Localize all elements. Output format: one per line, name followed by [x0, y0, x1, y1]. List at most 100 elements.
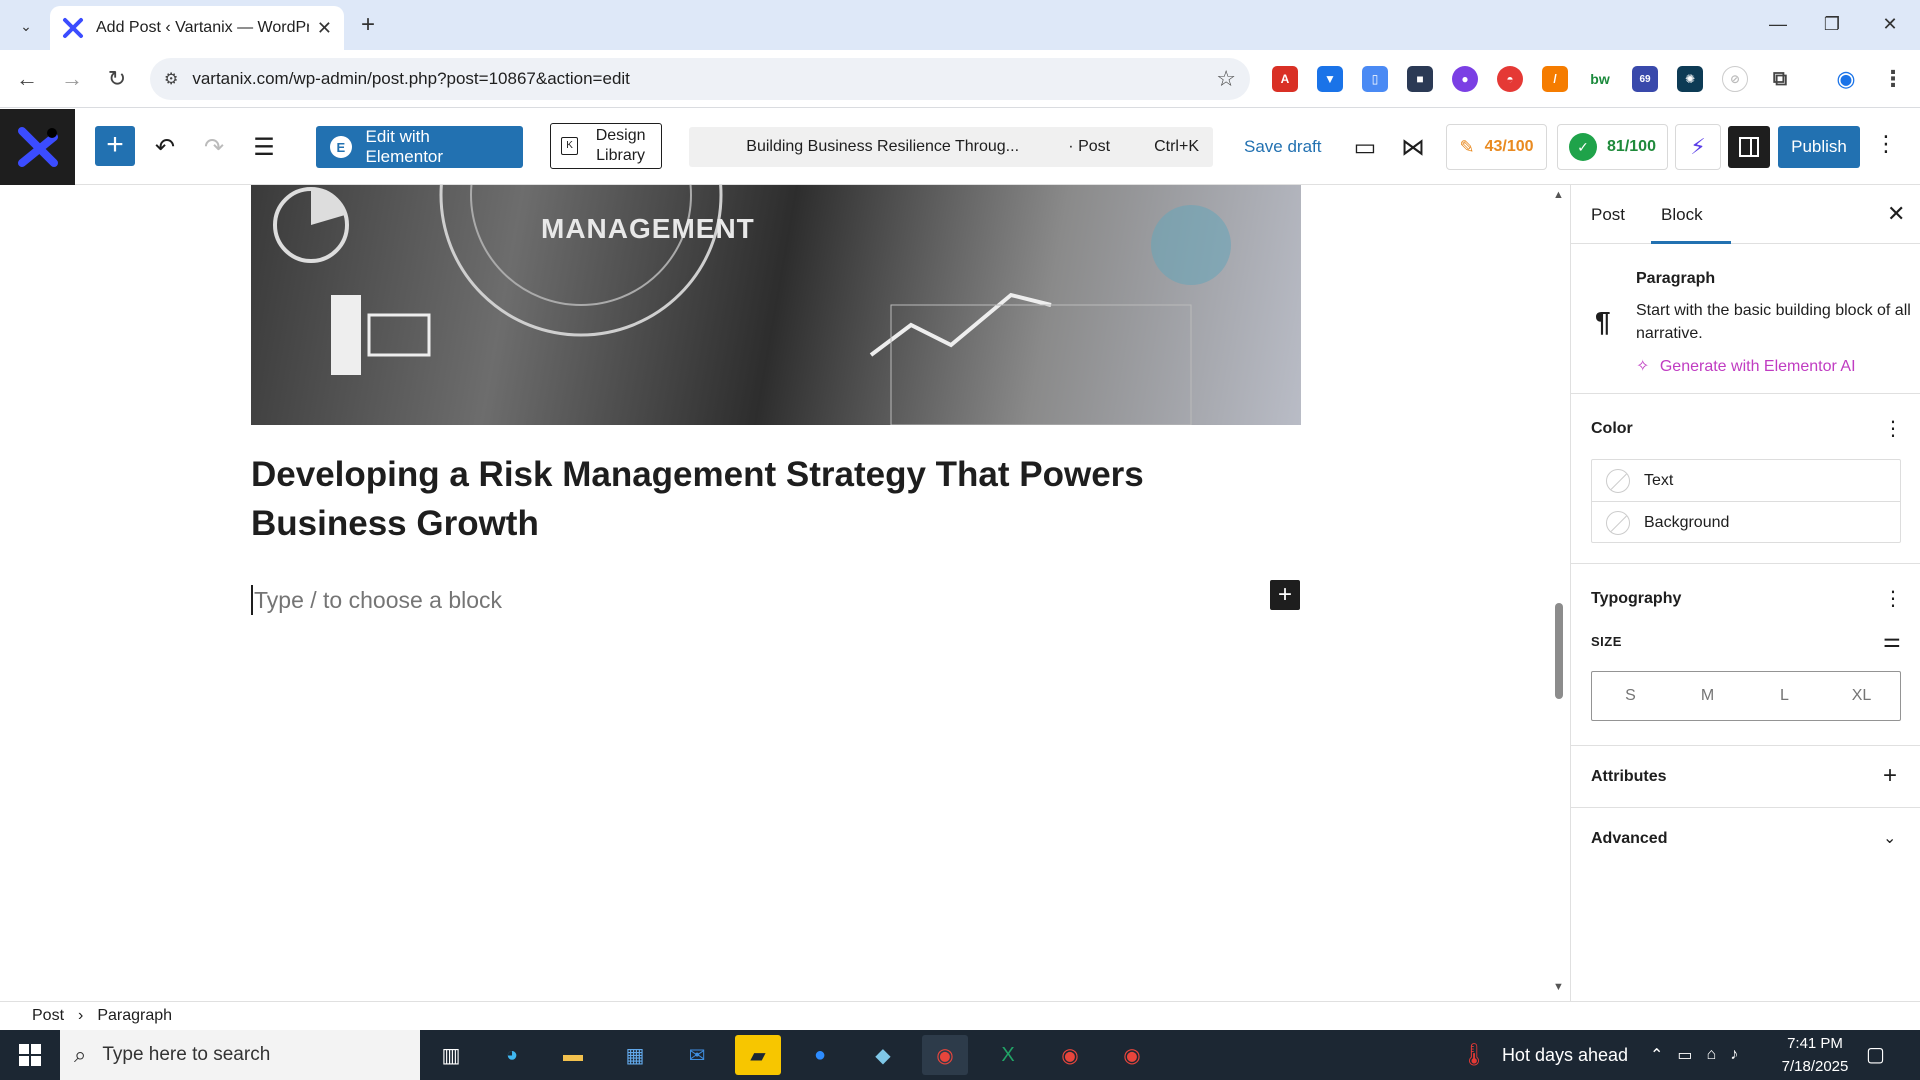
preview-device-icon[interactable]: ▭: [1347, 129, 1383, 165]
taskbar-clock[interactable]: 7:41 PM 7/18/2025: [1760, 1032, 1870, 1078]
ai-assistant-wand-icon[interactable]: ⚡: [1675, 124, 1721, 170]
custom-size-sliders-icon[interactable]: ⚌: [1883, 628, 1901, 653]
redo-icon[interactable]: ↷: [196, 129, 232, 165]
attributes-panel-title: Attributes: [1591, 768, 1667, 785]
site-logo[interactable]: [0, 109, 75, 185]
command-palette-bar[interactable]: Building Business Resilience Throug... ·…: [689, 127, 1213, 167]
chrome-profile-3-icon[interactable]: ◉: [1109, 1035, 1155, 1075]
excel-icon[interactable]: X: [985, 1035, 1031, 1075]
color-picker-extension-icon[interactable]: ●: [1452, 66, 1478, 92]
task-view-icon[interactable]: ▥: [428, 1035, 474, 1075]
size-option-m[interactable]: M: [1669, 672, 1746, 720]
slash-extension-icon[interactable]: /: [1542, 66, 1568, 92]
shield-extension-icon[interactable]: ▼: [1317, 66, 1343, 92]
add-attribute-plus-icon[interactable]: +: [1883, 762, 1897, 790]
tray-expand-icon[interactable]: ⌃: [1650, 1045, 1663, 1065]
edge-icon[interactable]: ◕: [489, 1035, 535, 1075]
seo-score-button[interactable]: ✎ 43/100: [1446, 124, 1547, 170]
folder-extension-icon[interactable]: ■: [1407, 66, 1433, 92]
battery-icon[interactable]: ▭: [1677, 1045, 1692, 1065]
sidebar-tabs: Post Block ✕: [1571, 185, 1920, 244]
chrome-profile-2-icon[interactable]: ◉: [1047, 1035, 1093, 1075]
reload-icon[interactable]: ↻: [100, 62, 134, 96]
mail-icon[interactable]: ✉: [674, 1035, 720, 1075]
new-tab-button[interactable]: +: [354, 12, 382, 40]
start-button[interactable]: [0, 1030, 60, 1080]
block-inserter-button[interactable]: +: [95, 126, 135, 166]
bw-extension-icon[interactable]: bw: [1587, 66, 1613, 92]
vpn-app-icon[interactable]: ◆: [860, 1035, 906, 1075]
scroll-up-arrow-icon[interactable]: ▲: [1553, 189, 1564, 201]
chrome-menu-icon[interactable]: ⋮: [1880, 66, 1906, 92]
edit-with-elementor-button[interactable]: E Edit with Elementor: [316, 126, 523, 168]
save-draft-button[interactable]: Save draft: [1244, 137, 1322, 157]
inline-block-inserter-button[interactable]: +: [1270, 580, 1300, 610]
block-name: Paragraph: [1636, 270, 1716, 287]
taskbar-search-box[interactable]: ⌕ Type here to search: [60, 1030, 420, 1080]
react-extension-icon[interactable]: ✺: [1677, 66, 1703, 92]
design-library-button[interactable]: K Design Library: [550, 123, 662, 169]
tab-post[interactable]: Post: [1591, 205, 1625, 225]
pdf-extension-icon[interactable]: A: [1272, 66, 1298, 92]
notification-center-icon[interactable]: ▢: [1866, 1042, 1885, 1067]
post-title[interactable]: Developing a Risk Management Strategy Th…: [251, 450, 1251, 548]
tab-close-icon[interactable]: ✕: [317, 18, 332, 39]
badge-extension-icon[interactable]: 69: [1632, 66, 1658, 92]
paragraph-block-placeholder[interactable]: Type / to choose a block: [251, 585, 502, 615]
docs-extension-icon[interactable]: ▯: [1362, 66, 1388, 92]
breadcrumb-paragraph[interactable]: Paragraph: [97, 1007, 172, 1025]
microsoft-store-icon[interactable]: ▦: [612, 1035, 658, 1075]
size-option-s[interactable]: S: [1592, 672, 1669, 720]
pokeball-extension-icon[interactable]: ◓: [1497, 66, 1523, 92]
url-text[interactable]: vartanix.com/wp-admin/post.php?post=1086…: [192, 69, 1216, 89]
editor-header: + ↶ ↷ ☰ E Edit with Elementor K Design L…: [0, 109, 1920, 185]
zoom-icon[interactable]: ●: [797, 1035, 843, 1075]
design-library-icon: K: [561, 137, 579, 155]
scrollbar-thumb[interactable]: [1555, 603, 1563, 699]
restore-button[interactable]: ❐: [1812, 8, 1852, 40]
typography-options-icon[interactable]: ⋮: [1883, 586, 1903, 611]
color-options-icon[interactable]: ⋮: [1883, 416, 1903, 441]
attributes-panel[interactable]: Attributes +: [1571, 746, 1920, 808]
tab-block[interactable]: Block: [1661, 205, 1703, 225]
chrome-icon[interactable]: ◉: [922, 1035, 968, 1075]
compass-extension-icon[interactable]: ⊘: [1722, 66, 1748, 92]
forward-arrow-icon[interactable]: →: [55, 62, 89, 96]
text-color-row[interactable]: Text: [1592, 460, 1900, 502]
elementskit-icon[interactable]: ⋈: [1395, 129, 1431, 165]
system-tray: ⌃ ▭ ⌂ ♪: [1650, 1030, 1738, 1080]
background-color-row[interactable]: Background: [1592, 502, 1900, 544]
readability-score-button[interactable]: ✓ 81/100: [1557, 124, 1668, 170]
canvas-scrollbar[interactable]: ▲ ▼: [1548, 185, 1570, 1001]
scroll-down-arrow-icon[interactable]: ▼: [1553, 981, 1564, 993]
breadcrumb-post[interactable]: Post: [32, 1007, 64, 1025]
extensions-puzzle-icon[interactable]: ⧉: [1767, 66, 1793, 92]
settings-sidebar-toggle[interactable]: [1728, 126, 1770, 168]
browser-tab-active[interactable]: Add Post ‹ Vartanix — WordPre ✕: [50, 6, 344, 50]
size-option-xl[interactable]: XL: [1823, 672, 1900, 720]
size-option-l[interactable]: L: [1746, 672, 1823, 720]
close-window-button[interactable]: ✕: [1870, 8, 1910, 40]
chevron-down-icon[interactable]: ⌄: [1883, 828, 1896, 848]
minimize-button[interactable]: —: [1758, 8, 1798, 40]
weather-widget[interactable]: 🌡 Hot days ahead: [1460, 1030, 1628, 1080]
volume-icon[interactable]: ♪: [1730, 1046, 1738, 1064]
search-icon: ⌕: [74, 1042, 87, 1067]
back-arrow-icon[interactable]: ←: [10, 62, 44, 96]
file-explorer-icon[interactable]: ▬: [550, 1035, 596, 1075]
network-icon[interactable]: ⌂: [1707, 1046, 1717, 1064]
bookmark-star-icon[interactable]: ☆: [1216, 66, 1236, 92]
generate-with-elementor-ai-link[interactable]: ✧ Generate with Elementor AI: [1636, 356, 1856, 376]
site-info-icon[interactable]: ⚙: [164, 69, 178, 89]
editor-options-icon[interactable]: ⋮: [1874, 131, 1898, 163]
url-omnibox[interactable]: ⚙ vartanix.com/wp-admin/post.php?post=10…: [150, 58, 1250, 100]
tab-search-chevron-icon[interactable]: ⌄: [12, 12, 40, 40]
close-sidebar-icon[interactable]: ✕: [1887, 201, 1905, 227]
featured-image[interactable]: MANAGEMENT: [251, 185, 1301, 425]
sticky-notes-icon[interactable]: ▰: [735, 1035, 781, 1075]
publish-button[interactable]: Publish: [1778, 126, 1860, 168]
document-overview-icon[interactable]: ☰: [246, 129, 282, 165]
advanced-panel[interactable]: Advanced ⌄: [1571, 808, 1920, 870]
profile-avatar-icon[interactable]: ◉: [1833, 66, 1859, 92]
undo-icon[interactable]: ↶: [147, 129, 183, 165]
